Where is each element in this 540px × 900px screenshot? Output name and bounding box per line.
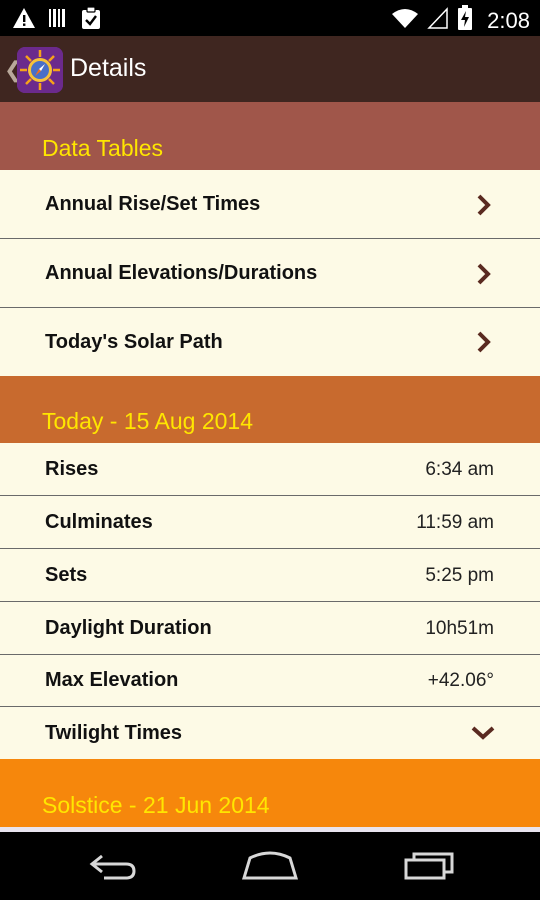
detail-value: 5:25 pm	[425, 565, 494, 586]
chevron-right-icon	[476, 193, 492, 222]
section-header-label: Solstice - 21 Jun 2014	[42, 792, 270, 818]
list-item-label: Annual Rise/Set Times	[45, 193, 261, 215]
detail-row-sets: Sets 5:25 pm	[0, 549, 540, 602]
compass-sun-icon[interactable]	[17, 47, 63, 93]
recents-icon[interactable]	[402, 850, 456, 887]
warning-icon	[12, 7, 36, 34]
detail-row-max-elevation: Max Elevation +42.06°	[0, 655, 540, 707]
detail-label: Culminates	[45, 511, 153, 533]
section-header-data-tables: Data Tables	[0, 102, 540, 170]
detail-label: Max Elevation	[45, 669, 179, 691]
list-item-todays-solar-path[interactable]: Today's Solar Path	[0, 308, 540, 376]
barcode-icon	[48, 7, 68, 34]
twilight-times-toggle[interactable]: Twilight Times	[0, 707, 540, 759]
action-bar: ❮ Details	[0, 36, 540, 102]
battery-charging-icon	[457, 5, 473, 36]
detail-label: Daylight Duration	[45, 617, 212, 639]
home-icon[interactable]	[240, 850, 300, 887]
detail-value: 10h51m	[425, 618, 494, 639]
section-header-today: Today - 15 Aug 2014	[0, 376, 540, 443]
back-icon[interactable]	[86, 850, 140, 887]
status-bar: 2:08	[0, 0, 540, 36]
status-time: 2:08	[487, 7, 530, 33]
system-nav-bar	[0, 832, 540, 900]
chevron-down-icon	[470, 725, 496, 746]
section-header-label: Today - 15 Aug 2014	[42, 408, 253, 434]
detail-label: Twilight Times	[45, 722, 183, 744]
detail-label: Sets	[45, 564, 88, 586]
detail-row-culminates: Culminates 11:59 am	[0, 496, 540, 549]
list-item-label: Annual Elevations/Durations	[45, 262, 318, 284]
list-item-annual-rise-set[interactable]: Annual Rise/Set Times	[0, 170, 540, 239]
list-item-annual-elevations[interactable]: Annual Elevations/Durations	[0, 239, 540, 308]
section-header-label: Data Tables	[42, 135, 164, 161]
detail-row-rises: Rises 6:34 am	[0, 443, 540, 496]
page-title: Details	[70, 54, 147, 82]
detail-row-daylight-duration: Daylight Duration 10h51m	[0, 602, 540, 655]
detail-value: 11:59 am	[416, 512, 494, 533]
clipboard-check-icon	[80, 6, 102, 35]
wifi-icon	[391, 6, 419, 35]
detail-value: +42.06°	[427, 670, 494, 691]
signal-icon	[427, 6, 449, 35]
chevron-right-icon	[476, 262, 492, 291]
detail-label: Rises	[45, 458, 99, 480]
list-item-label: Today's Solar Path	[45, 331, 223, 353]
section-header-solstice: Solstice - 21 Jun 2014	[0, 759, 540, 827]
chevron-right-icon	[476, 330, 492, 359]
detail-value: 6:34 am	[425, 459, 494, 480]
